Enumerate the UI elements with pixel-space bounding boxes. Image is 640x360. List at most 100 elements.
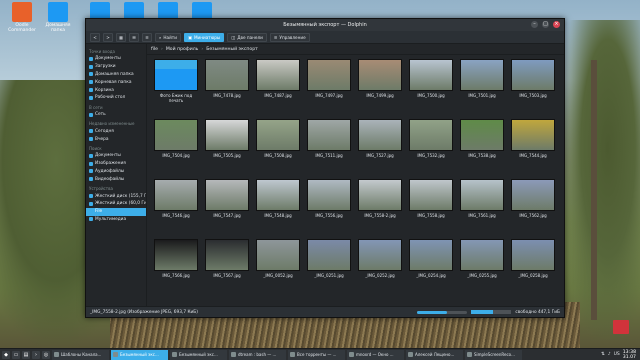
sidebar-item[interactable]: Домашняя папка	[86, 71, 146, 79]
sidebar-item-label: Мультимедиа	[95, 216, 127, 222]
trash-desktop-icon[interactable]	[610, 320, 632, 334]
taskbar-task[interactable]: Все торренты — ...	[288, 349, 345, 360]
desktop-icon[interactable]: Oodle Commander	[4, 2, 40, 33]
desktop-icon-label: Oodle Commander	[8, 23, 36, 33]
minimize-button[interactable]: –	[531, 21, 538, 28]
file-item[interactable]: IMG_7508.jpg	[255, 119, 301, 179]
app-launcher-icon[interactable]: ◆	[2, 350, 10, 359]
file-item[interactable]: IMG_7487.jpg	[255, 59, 301, 119]
taskbar-task[interactable]: Алексей Лещено...	[406, 349, 463, 360]
file-item[interactable]: IMG_7544.jpg	[510, 119, 556, 179]
sidebar-item[interactable]: Документы	[86, 152, 146, 160]
view-compact-button[interactable]: ☰	[129, 32, 139, 42]
file-item[interactable]: IMG_7527.jpg	[357, 119, 403, 179]
network-icon[interactable]: ⇅	[601, 352, 605, 357]
file-item[interactable]: IMG_7547.jpg	[204, 179, 250, 239]
sidebar-item[interactable]: Жесткий диск (60,0 ГиБ)	[86, 200, 146, 208]
file-item[interactable]: IMG_7505.jpg	[204, 119, 250, 179]
taskbar-task[interactable]: dtream : bash — ...	[229, 349, 286, 360]
sidebar-item-label: Изображения	[95, 161, 126, 167]
file-item[interactable]: IMG_7504.jpg	[153, 119, 199, 179]
clock[interactable]: 13:38 31.07	[623, 350, 636, 360]
wallpaper-tree-right	[560, 20, 640, 340]
breadcrumb-profile[interactable]: Мой профиль	[166, 47, 199, 52]
file-item[interactable]: IMG_7503.jpg	[510, 59, 556, 119]
view-icons-button[interactable]: ▦	[116, 32, 126, 42]
sidebar-item[interactable]: Корневая папка	[86, 78, 146, 86]
file-manager-icon[interactable]: ▤	[22, 350, 30, 359]
taskbar-task[interactable]: Безымянный экс...	[111, 349, 168, 360]
file-item[interactable]: IMG_7501.jpg	[459, 59, 505, 119]
back-button[interactable]: <	[90, 32, 100, 42]
maximize-button[interactable]: □	[542, 21, 549, 28]
sidebar-item[interactable]: Корзина	[86, 86, 146, 94]
file-item[interactable]: IMG_7500.jpg	[408, 59, 454, 119]
file-item[interactable]: _IMG_0258.jpg	[510, 239, 556, 299]
image-thumbnail	[307, 239, 351, 271]
sidebar-item[interactable]: Изображения	[86, 160, 146, 168]
sidebar-item[interactable]: Аудиофайлы	[86, 168, 146, 176]
breadcrumb-current[interactable]: Безымянный экспорт	[206, 47, 258, 52]
folder-item[interactable]: Фото Ежик под печать	[153, 59, 199, 119]
file-item[interactable]: IMG_7566.jpg	[153, 239, 199, 299]
file-item[interactable]: IMG_7546.jpg	[153, 179, 199, 239]
file-item[interactable]: IMG_7556.jpg	[306, 179, 352, 239]
file-item[interactable]: IMG_7561.jpg	[459, 179, 505, 239]
file-item[interactable]: IMG_7548.jpg	[255, 179, 301, 239]
desktop-icon[interactable]: Домашняя папка	[40, 2, 76, 33]
split-button[interactable]: ◫ Две панели	[227, 32, 267, 42]
file-item[interactable]: _IMG_0252.jpg	[357, 239, 403, 299]
file-item[interactable]: _IMG_0251.jpg	[306, 239, 352, 299]
sidebar-item[interactable]: Рабочий стол	[86, 94, 146, 102]
file-name: IMG_7558.jpg	[417, 213, 445, 218]
terminal-icon[interactable]: ›	[32, 350, 40, 359]
view-details-button[interactable]: ≡	[142, 32, 152, 42]
breadcrumb-root[interactable]: file	[151, 47, 158, 52]
volume-icon[interactable]: ♪	[608, 352, 611, 357]
file-item[interactable]: _IMG_0254.jpg	[408, 239, 454, 299]
file-item[interactable]: IMG_7538.jpg	[459, 119, 505, 179]
sidebar-item[interactable]: Вчера	[86, 135, 146, 143]
taskbar-task[interactable]: Безымянный экс...	[170, 349, 227, 360]
toolbar: < > ▦ ☰ ≡ ⌕ Найти ▣ Миниатюры ◫ Две панели …	[86, 31, 564, 44]
sidebar-item-label: Рабочий стол	[95, 95, 126, 101]
file-name: IMG_7511.jpg	[315, 153, 343, 158]
sidebar-item[interactable]: Сеть	[86, 111, 146, 119]
sidebar-item[interactable]: Видеофайлы	[86, 175, 146, 183]
file-item[interactable]: IMG_7499.jpg	[357, 59, 403, 119]
taskbar-task[interactable]: Шаблоны Канала...	[52, 349, 109, 360]
file-item[interactable]: _IMG_0052.jpg	[255, 239, 301, 299]
sidebar-item-label: Корневая папка	[95, 79, 132, 85]
keyboard-layout[interactable]: US	[614, 352, 620, 357]
file-item[interactable]: IMG_7532.jpg	[408, 119, 454, 179]
window-titlebar[interactable]: Безымянный экспорт — Dolphin – □ ×	[86, 19, 564, 31]
file-item[interactable]: IMG_7558-2.jpg	[357, 179, 403, 239]
file-item[interactable]: IMG_7511.jpg	[306, 119, 352, 179]
taskbar-task[interactable]: mnoxrd — Окно ...	[347, 349, 404, 360]
sidebar-item[interactable]: Мультимедиа	[86, 216, 146, 224]
zoom-slider[interactable]	[417, 310, 468, 314]
preview-button[interactable]: ▣ Миниатюры	[183, 32, 225, 42]
file-item[interactable]: IMG_7558.jpg	[408, 179, 454, 239]
forward-button[interactable]: >	[103, 32, 113, 42]
file-name: _IMG_0251.jpg	[314, 273, 344, 278]
sidebar-item[interactable]: Загрузки	[86, 63, 146, 71]
file-item[interactable]: IMG_7567.jpg	[204, 239, 250, 299]
taskbar-task[interactable]: SimpleScreenReco...	[465, 349, 522, 360]
sidebar-item[interactable]: Сегодня	[86, 127, 146, 135]
sidebar-item[interactable]: File	[86, 207, 146, 216]
sidebar-item[interactable]: Документы	[86, 55, 146, 63]
file-name: IMG_7556.jpg	[315, 213, 343, 218]
close-button[interactable]: ×	[553, 21, 560, 28]
control-button[interactable]: ≡ Управление	[269, 32, 310, 42]
sidebar-item[interactable]: Жесткий диск (155,7 ГиБ)	[86, 192, 146, 200]
file-item[interactable]: IMG_7497.jpg	[306, 59, 352, 119]
file-item[interactable]: IMG_7478.jpg	[204, 59, 250, 119]
file-item[interactable]: IMG_7562.jpg	[510, 179, 556, 239]
find-button[interactable]: ⌕ Найти	[155, 32, 181, 42]
file-item[interactable]: _IMG_0255.jpg	[459, 239, 505, 299]
browser-icon[interactable]: ◎	[42, 350, 50, 359]
file-name: IMG_7497.jpg	[315, 93, 343, 98]
show-desktop-icon[interactable]: ▭	[12, 350, 20, 359]
place-icon	[89, 56, 93, 61]
